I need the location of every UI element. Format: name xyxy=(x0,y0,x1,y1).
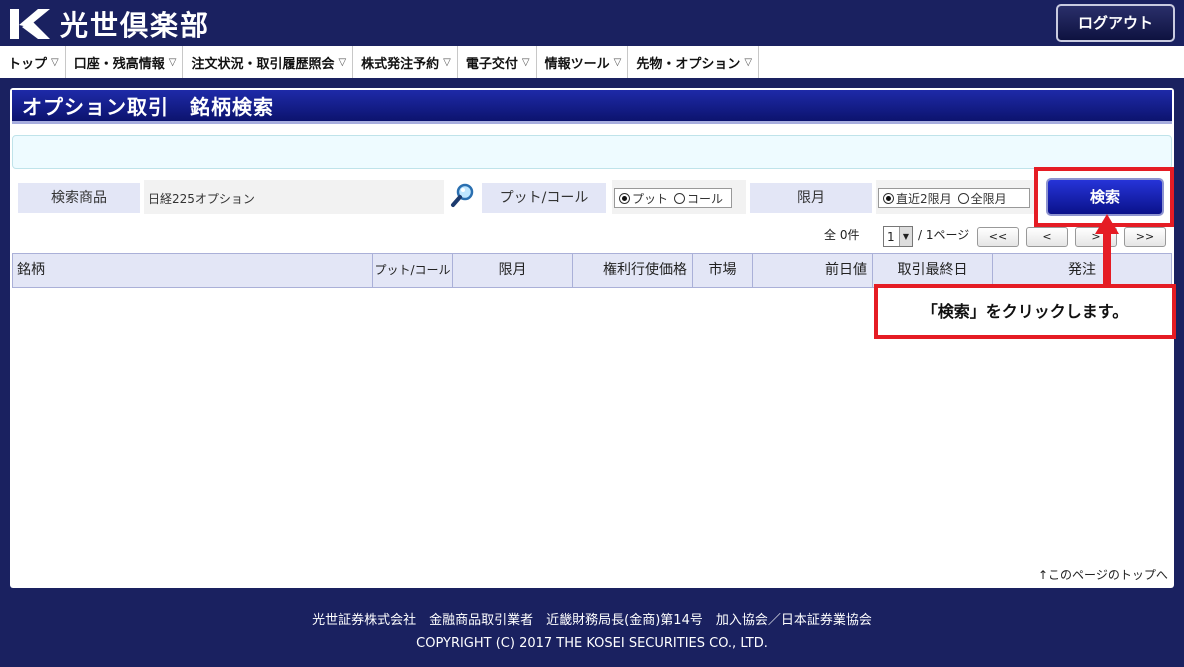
kosei-logo-icon xyxy=(8,7,52,41)
radio-unselected-icon xyxy=(957,192,969,204)
last-page-button[interactable]: >> xyxy=(1124,227,1166,247)
main-nav: トップ ▽ 口座・残高情報 ▽ 注文状況・取引履歴照会 ▽ 株式発注予約 ▽ 電… xyxy=(0,46,1184,78)
nav-item-label: トップ xyxy=(8,56,48,72)
column-header-strike: 権利行使価格 xyxy=(573,254,693,287)
month-label: 限月 xyxy=(750,183,872,213)
product-label: 検索商品 xyxy=(18,183,140,213)
nav-item-futures-options[interactable]: 先物・オプション ▽ xyxy=(628,46,760,78)
nav-item-orders[interactable]: 注文状況・取引履歴照会 ▽ xyxy=(183,46,354,78)
all-months-radio[interactable]: 全限月 xyxy=(957,190,1007,207)
footer: 光世証券株式会社 金融商品取引業者 近畿財務局長(金商)第14号 加入協会／日本… xyxy=(0,609,1184,655)
column-header-symbol: 銘柄 xyxy=(13,254,373,287)
nav-item-e-delivery[interactable]: 電子交付 ▽ xyxy=(458,46,537,78)
first-page-button[interactable]: << xyxy=(977,227,1019,247)
nav-item-reservation[interactable]: 株式発注予約 ▽ xyxy=(353,46,458,78)
put-radio[interactable]: プット xyxy=(619,190,668,207)
footer-company-info: 光世証券株式会社 金融商品取引業者 近畿財務局長(金商)第14号 加入協会／日本… xyxy=(312,613,872,628)
column-header-month: 限月 xyxy=(453,254,573,287)
nav-item-top[interactable]: トップ ▽ xyxy=(0,46,66,78)
page-title: オプション取引 銘柄検索 xyxy=(12,90,1172,124)
dropdown-icon: ▽ xyxy=(338,56,347,68)
brand-name: 光世倶楽部 xyxy=(60,9,211,42)
nav-item-label: 口座・残高情報 xyxy=(73,56,165,72)
putcall-radio-group: プット コール xyxy=(614,188,732,208)
header: 光世倶楽部 ログアウト xyxy=(0,0,1184,44)
back-to-top-link[interactable]: ↑このページのトップへ xyxy=(1038,566,1168,583)
dropdown-icon: ▽ xyxy=(613,56,622,68)
product-field: 日経225オプション xyxy=(144,180,444,214)
page-select-value: 1 xyxy=(887,229,895,244)
logo[interactable]: 光世倶楽部 xyxy=(8,4,210,44)
instruction-callout: 「検索」をクリックします。 xyxy=(874,284,1176,339)
footer-copyright: COPYRIGHT (C) 2017 THE KOSEI SECURITIES … xyxy=(416,636,768,651)
callout-arrow-shaft xyxy=(1103,232,1111,284)
radio-selected-icon xyxy=(883,192,894,204)
column-header-putcall: プット/コール xyxy=(373,254,453,287)
dropdown-icon: ▽ xyxy=(168,56,177,68)
logout-button[interactable]: ログアウト xyxy=(1056,4,1175,42)
column-header-last-trade-date: 取引最終日 xyxy=(873,254,993,287)
nearest-two-months-label: 直近2限月 xyxy=(896,191,952,206)
nav-item-info-tools[interactable]: 情報ツール ▽ xyxy=(537,46,629,78)
nav-item-label: 情報ツール xyxy=(544,56,610,72)
magnifier-icon[interactable] xyxy=(450,182,476,208)
nearest-two-months-radio[interactable]: 直近2限月 xyxy=(883,190,952,207)
message-area xyxy=(12,135,1172,169)
column-header-market: 市場 xyxy=(693,254,753,287)
call-radio-label: コール xyxy=(687,191,724,206)
nav-item-label: 先物・オプション xyxy=(636,56,741,72)
call-radio[interactable]: コール xyxy=(674,190,723,207)
radio-selected-icon xyxy=(619,192,630,204)
dropdown-icon: ▽ xyxy=(744,56,753,68)
chevron-down-icon: ▼ xyxy=(899,227,912,246)
dropdown-icon: ▽ xyxy=(521,56,530,68)
column-header-order: 発注 xyxy=(1068,262,1096,278)
column-header-prev-price: 前日値 xyxy=(753,254,873,287)
page-count-text: / 1ページ xyxy=(918,228,970,242)
radio-unselected-icon xyxy=(674,192,686,204)
nav-item-label: 株式発注予約 xyxy=(361,56,440,72)
total-count: 全 0件 xyxy=(824,228,860,242)
nav-item-account[interactable]: 口座・残高情報 ▽ xyxy=(66,46,184,78)
product-value: 日経225オプション xyxy=(148,192,255,206)
put-radio-label: プット xyxy=(632,191,669,206)
month-radio-group: 直近2限月 全限月 xyxy=(878,188,1030,208)
results-table-header: 銘柄 プット/コール 限月 権利行使価格 市場 前日値 取引最終日 発注 xyxy=(12,253,1172,288)
page-select[interactable]: 1 ▼ xyxy=(883,226,913,247)
dropdown-icon: ▽ xyxy=(51,56,59,68)
nav-item-label: 注文状況・取引履歴照会 xyxy=(191,56,335,72)
nav-item-label: 電子交付 xyxy=(465,56,518,72)
prev-page-button[interactable]: < xyxy=(1026,227,1068,247)
all-months-label: 全限月 xyxy=(970,191,1007,206)
callout-arrow-icon xyxy=(1095,214,1119,234)
putcall-label: プット/コール xyxy=(482,183,606,213)
dropdown-icon: ▽ xyxy=(443,56,451,68)
